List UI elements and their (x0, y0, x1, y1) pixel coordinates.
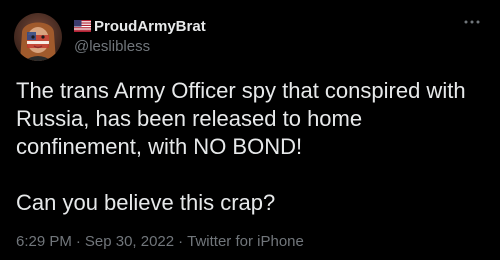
avatar[interactable] (14, 13, 62, 61)
more-horizontal-icon[interactable] (462, 12, 482, 32)
us-flag-icon (74, 20, 91, 32)
name-row: ProudArmyBrat (74, 16, 460, 36)
tweet-text: The trans Army Officer spy that conspire… (16, 77, 486, 217)
display-name[interactable]: ProudArmyBrat (94, 18, 206, 35)
tweet-metadata: 6:29 PM · Sep 30, 2022 · Twitter for iPhone (16, 233, 304, 250)
tweet-time[interactable]: 6:29 PM (16, 233, 72, 250)
tweet-date[interactable]: Sep 30, 2022 (85, 233, 174, 250)
meta-separator: · (75, 233, 81, 250)
user-handle[interactable]: @leslibless (74, 38, 460, 55)
tweet-paragraph: Can you believe this crap? (16, 190, 276, 215)
tweet-card: ProudArmyBrat @leslibless The trans Army… (0, 0, 500, 260)
author-block[interactable]: ProudArmyBrat @leslibless (74, 16, 460, 55)
meta-separator: · (178, 233, 184, 250)
tweet-source[interactable]: Twitter for iPhone (187, 233, 304, 250)
tweet-paragraph: The trans Army Officer spy that conspire… (16, 78, 466, 159)
